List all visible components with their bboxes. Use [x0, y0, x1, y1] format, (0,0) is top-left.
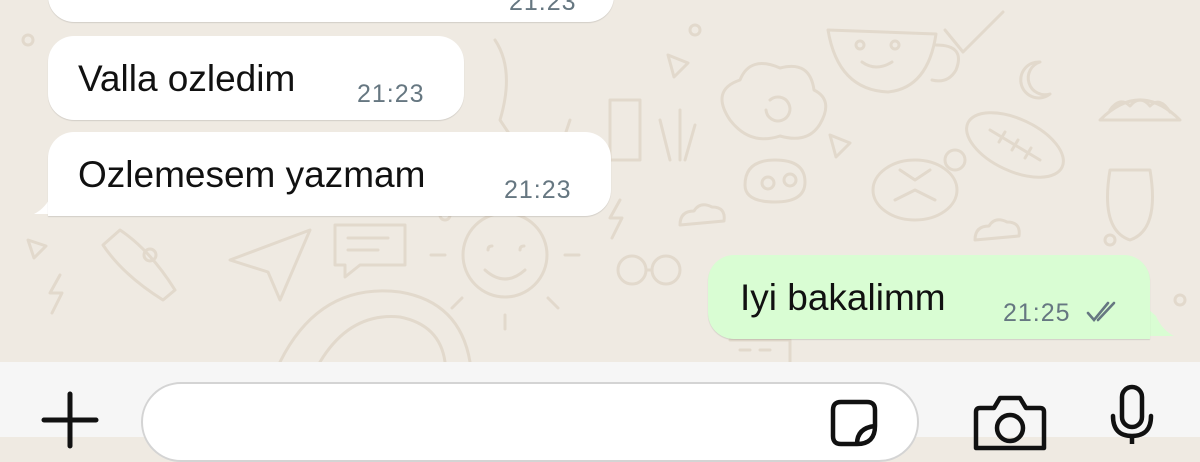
- incoming-message-bubble[interactable]: 21:23: [48, 0, 614, 22]
- incoming-message-bubble[interactable]: Valla ozledim 21:23: [48, 36, 464, 120]
- read-receipt-icon: [1086, 301, 1116, 323]
- message-timestamp: 21:23: [504, 176, 572, 204]
- message-timestamp: 21:23: [357, 80, 425, 108]
- message-timestamp: 21:23: [509, 0, 577, 16]
- sticker-icon[interactable]: [829, 398, 879, 448]
- message-list[interactable]: 21:23 Valla ozledim 21:23 Ozlemesem yazm…: [0, 0, 1200, 362]
- message-text: Valla ozledim: [78, 58, 296, 99]
- composer-bar: [0, 362, 1200, 462]
- message-text: Ozlemesem yazmam: [78, 154, 426, 195]
- incoming-message-bubble[interactable]: Ozlemesem yazmam 21:23: [48, 132, 611, 216]
- outgoing-message-bubble[interactable]: Iyi bakalimm 21:25: [708, 255, 1150, 339]
- message-input-field[interactable]: [141, 382, 919, 462]
- message-timestamp: 21:25: [1003, 299, 1071, 327]
- camera-icon[interactable]: [972, 392, 1048, 452]
- microphone-icon[interactable]: [1110, 384, 1154, 444]
- plus-icon[interactable]: [40, 390, 100, 450]
- message-text: Iyi bakalimm: [740, 277, 946, 318]
